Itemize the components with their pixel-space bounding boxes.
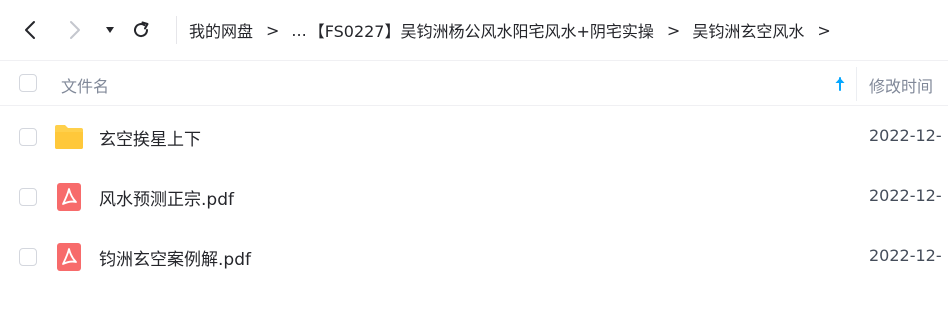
file-modified-time: 2022-12- [869,246,942,265]
breadcrumb: 我的网盘 > ... 【FS0227】吴钧洲杨公风水阳宅风水+阴宅实操 > 吴钧… [189,0,843,60]
file-name[interactable]: 玄空挨星上下 [99,125,201,150]
chevron-right-icon [70,21,80,39]
breadcrumb-current[interactable]: 吴钧洲玄空风水 [692,18,804,42]
navigation-bar: 我的网盘 > ... 【FS0227】吴钧洲杨公风水阳宅风水+阴宅实操 > 吴钧… [0,0,948,60]
column-header-modified-time[interactable]: 修改时间 [869,73,933,97]
refresh-icon [134,21,149,38]
file-modified-time: 2022-12- [869,186,942,205]
file-list-header: 文件名 修改时间 [0,60,948,106]
caret-down-icon [106,27,114,33]
chevron-left-icon [25,21,35,39]
back-button[interactable] [18,18,42,42]
pdf-icon [57,183,81,211]
folder-icon [55,125,83,149]
row-checkbox[interactable] [19,248,37,266]
navbar-divider [176,16,177,44]
breadcrumb-separator: > [817,20,831,40]
file-row[interactable]: 玄空挨星上下 2022-12- [0,107,948,167]
select-all-checkbox[interactable] [19,74,37,92]
breadcrumb-separator: > [266,20,280,40]
sort-ascending-icon[interactable] [832,75,848,93]
column-header-name[interactable]: 文件名 [61,73,109,97]
column-divider[interactable] [856,67,857,101]
refresh-button[interactable] [129,18,153,42]
row-checkbox[interactable] [19,188,37,206]
forward-button[interactable] [63,18,87,42]
pdf-icon [57,243,81,271]
breadcrumb-folder[interactable]: 【FS0227】吴钧洲杨公风水阳宅风水+阴宅实操 [309,18,654,42]
breadcrumb-ellipsis[interactable]: ... [291,21,306,40]
file-name[interactable]: 风水预测正宗.pdf [99,185,234,210]
breadcrumb-root[interactable]: 我的网盘 [189,18,253,42]
file-name[interactable]: 钧洲玄空案例解.pdf [99,245,251,270]
row-checkbox[interactable] [19,128,37,146]
breadcrumb-separator: > [666,20,681,40]
file-row[interactable]: 风水预测正宗.pdf 2022-12- [0,167,948,227]
file-row[interactable]: 钧洲玄空案例解.pdf 2022-12- [0,227,948,287]
file-modified-time: 2022-12- [869,126,942,145]
history-dropdown-button[interactable] [98,18,122,42]
